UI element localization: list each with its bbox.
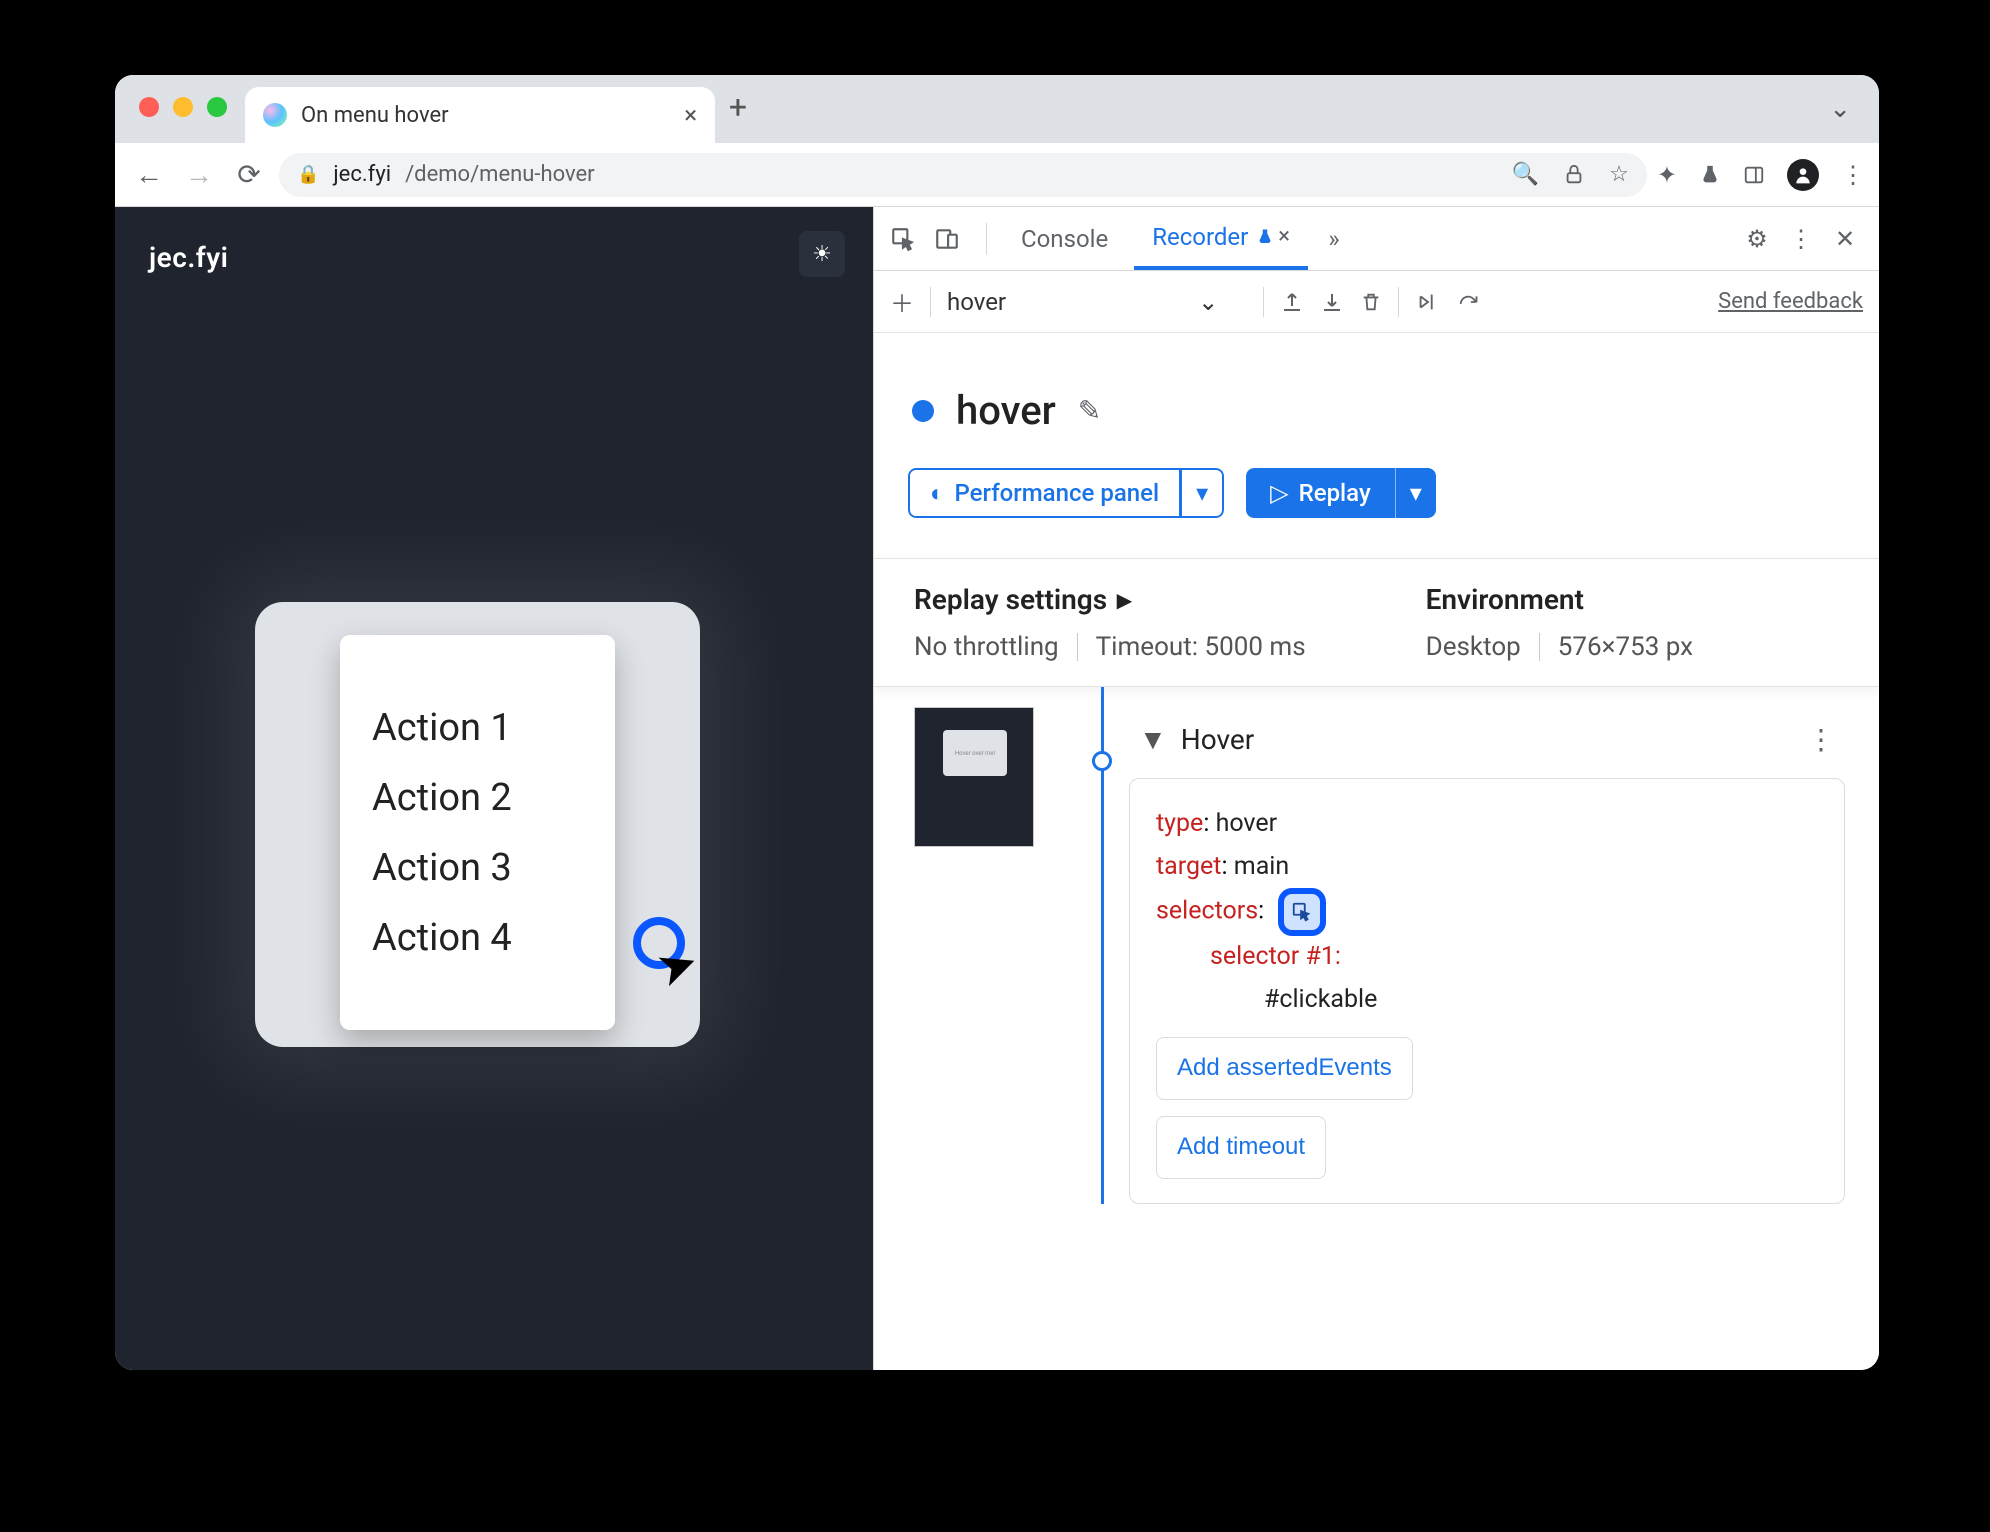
collapse-icon: ▼ [1139,723,1167,756]
recording-select[interactable]: hover ⌄ [947,288,1247,316]
performance-dropdown[interactable]: ▾ [1181,468,1224,518]
recording-title: hover [956,387,1056,434]
devtools-panel: Console Recorder × » ⚙ ⋮ ✕ ＋ hover ⌄ [873,207,1879,1370]
tab-recorder[interactable]: Recorder × [1134,207,1308,270]
recording-title-row: hover ✎ [912,387,1841,434]
replay-settings-header[interactable]: Replay settings▸ [914,583,1306,616]
favicon-icon [263,103,287,127]
bookmark-icon[interactable]: ☆ [1609,162,1629,187]
browser-window: On menu hover × + ⌄ ← → ⟳ 🔒 jec.fyi/demo… [115,75,1879,1370]
new-recording-button[interactable]: ＋ [890,284,914,319]
zoom-icon[interactable]: 🔍 [1512,162,1539,187]
reload-button[interactable]: ⟳ [229,158,269,191]
url-path: /demo/menu-hover [405,162,595,187]
gauge-icon: ◐ [930,479,945,508]
url-input[interactable]: 🔒 jec.fyi/demo/menu-hover 🔍 ☆ [279,153,1647,197]
caret-right-icon: ▸ [1117,583,1131,616]
devtools-menu-button[interactable]: ⋮ [1783,225,1819,253]
close-window-button[interactable] [139,97,159,117]
close-panel-button[interactable]: × [1278,224,1290,249]
settings-icon[interactable]: ⚙ [1739,225,1775,253]
send-feedback-link[interactable]: Send feedback [1718,289,1863,314]
labs-icon[interactable] [1699,163,1721,187]
menu-item[interactable]: Action 4 [340,916,615,960]
chrome-menu-button[interactable]: ⋮ [1841,161,1865,189]
window-controls [139,97,227,117]
profile-avatar[interactable] [1787,159,1819,191]
step-menu-button[interactable]: ⋮ [1807,723,1835,756]
selector-value[interactable]: #clickable [1264,979,1818,1022]
edit-title-button[interactable]: ✎ [1078,394,1101,427]
prop-key: selector #1 [1210,942,1335,971]
recording-indicator-icon [912,400,934,422]
forward-button[interactable]: → [179,158,219,191]
back-button[interactable]: ← [129,158,169,191]
prop-value[interactable]: hover [1216,809,1278,838]
export-icon[interactable] [1280,290,1304,314]
address-bar: ← → ⟳ 🔒 jec.fyi/demo/menu-hover 🔍 ☆ ✦ [115,143,1879,207]
replay-button[interactable]: ▷Replay ▾ [1246,468,1436,518]
side-panel-icon[interactable] [1743,164,1765,186]
replay-dropdown[interactable]: ▾ [1395,468,1436,518]
recorder-toolbar: ＋ hover ⌄ [874,271,1879,333]
menu-item[interactable]: Action 1 [340,706,615,750]
tab-list-button[interactable]: ⌄ [1829,94,1851,124]
throttling-value: No throttling [914,632,1059,662]
theme-toggle-button[interactable]: ☀ [799,231,845,277]
hover-menu: Action 1 Action 2 Action 3 Action 4 [340,635,615,1030]
flask-icon [1256,227,1274,247]
minimize-window-button[interactable] [173,97,193,117]
play-icon: ▷ [1270,479,1288,507]
timeline-rail [1073,687,1129,1204]
timeline: Hover over me! ▼ Hover ⋮ type: hover [908,687,1845,1204]
add-timeout-button[interactable]: Add timeout [1156,1116,1326,1179]
maximize-window-button[interactable] [207,97,227,117]
step-name: Hover [1181,723,1254,756]
recorder-body: hover ✎ ◐Performance panel ▾ ▷Replay ▾ [874,333,1879,1370]
webpage: jec.fyi ☀ Hover over me! Action 1 Action… [115,207,873,1370]
devtools-tabbar: Console Recorder × » ⚙ ⋮ ✕ [874,207,1879,271]
prop-value[interactable]: main [1234,852,1289,881]
timeline-node-icon [1092,751,1112,771]
url-host: jec.fyi [333,162,391,187]
step-thumbnail: Hover over me! [908,687,1073,1204]
close-devtools-button[interactable]: ✕ [1827,225,1863,253]
tab-title: On menu hover [301,103,670,128]
import-icon[interactable] [1320,290,1344,314]
add-asserted-events-button[interactable]: Add assertedEvents [1156,1037,1413,1100]
more-tabs-button[interactable]: » [1316,225,1352,253]
step-over-icon[interactable] [1415,290,1441,314]
new-tab-button[interactable]: + [715,88,761,130]
extensions-icon[interactable]: ✦ [1657,161,1677,189]
device-toolbar-icon[interactable] [934,226,970,252]
tab-console[interactable]: Console [1003,207,1126,270]
prop-key: selectors [1156,897,1258,926]
inspect-element-icon[interactable] [890,226,926,252]
continue-icon[interactable] [1457,290,1483,314]
site-brand: jec.fyi [149,241,228,274]
delete-icon[interactable] [1360,290,1382,314]
prop-key: target [1156,852,1222,881]
menu-item[interactable]: Action 3 [340,846,615,890]
environment-header: Environment [1426,583,1693,616]
replay-settings-strip: Replay settings▸ No throttling Timeout: … [874,558,1879,687]
lock-icon: 🔒 [297,164,319,185]
timeout-value: Timeout: 5000 ms [1096,632,1306,662]
pick-selector-button[interactable] [1278,888,1326,936]
step-details: type: hover target: main selectors: sele… [1129,778,1845,1204]
performance-panel-button[interactable]: ◐Performance panel ▾ [908,468,1224,518]
prop-key: type [1156,809,1203,838]
viewport-value: 576×753 px [1558,632,1693,662]
window-titlebar: On menu hover × + ⌄ [115,75,1879,143]
share-icon[interactable] [1563,164,1585,186]
chevron-down-icon: ⌄ [1198,288,1218,316]
close-tab-button[interactable]: × [684,101,697,129]
menu-item[interactable]: Action 2 [340,776,615,820]
device-value: Desktop [1426,632,1521,662]
browser-tab[interactable]: On menu hover × [245,87,715,143]
step-header[interactable]: ▼ Hover ⋮ [1129,701,1845,778]
